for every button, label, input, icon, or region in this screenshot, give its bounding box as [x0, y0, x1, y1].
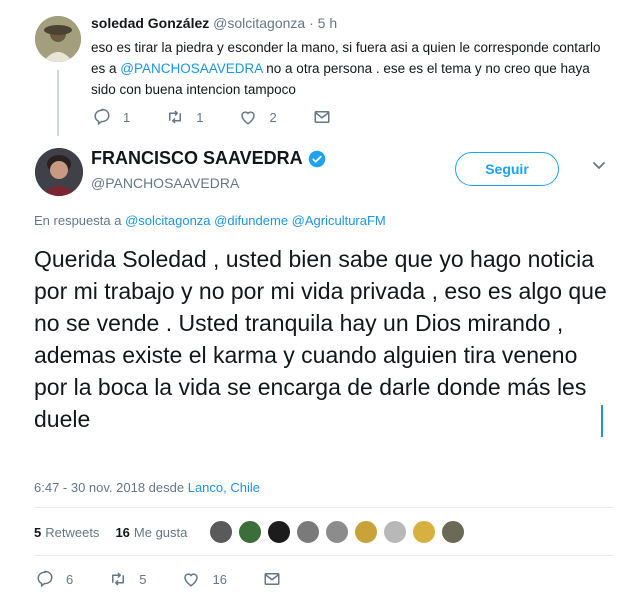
reply-mention-link[interactable]: @PANCHOSAAVEDRA — [120, 61, 262, 76]
retweet-count: 1 — [196, 109, 204, 125]
main-retweet-button[interactable]: 5 — [109, 570, 146, 588]
main-reply-button[interactable]: 6 — [36, 570, 73, 588]
reply-tweet-header: soledad González @solcitagonza · 5 h — [91, 15, 337, 31]
like-icon — [184, 573, 199, 587]
message-icon — [314, 111, 330, 123]
separator-dot: · — [305, 15, 318, 31]
reply-icon — [37, 570, 53, 588]
main-like-count: 16 — [212, 571, 227, 587]
likes-stat[interactable]: 16 Me gusta — [115, 525, 187, 540]
likes-stat-count: 16 — [115, 524, 130, 540]
main-reply-count: 6 — [66, 571, 74, 587]
reply-author-name[interactable]: soledad González — [91, 15, 209, 31]
liker-avatar[interactable] — [267, 520, 292, 544]
reply-count: 1 — [123, 109, 131, 125]
direct-message-button[interactable] — [313, 108, 343, 126]
reply-tweet-text: eso es tirar la piedra y esconder la man… — [91, 37, 611, 100]
follow-button[interactable]: Seguir — [455, 152, 559, 186]
liker-avatar[interactable] — [325, 520, 350, 544]
like-count: 2 — [269, 109, 277, 125]
avatar-soledad[interactable] — [35, 16, 81, 62]
main-direct-message-button[interactable] — [263, 570, 293, 588]
tweet-timestamp: 6:47 - 30 nov. 2018 desde Lanco, Chile — [34, 480, 260, 495]
chevron-down-icon[interactable] — [591, 157, 607, 173]
main-author-name[interactable]: FRANCISCO SAAVEDRA — [91, 148, 303, 169]
main-tweet-text: Querida Soledad , usted bien sabe que yo… — [34, 246, 607, 432]
likes-stat-label: Me gusta — [133, 524, 188, 540]
retweets-stat[interactable]: 5 Retweets — [34, 525, 99, 540]
main-tweet-actions: 6 5 16 — [36, 570, 329, 588]
like-icon — [241, 111, 256, 125]
liker-avatars — [209, 520, 470, 544]
tweet-stats: 5 Retweets 16 Me gusta — [34, 520, 470, 544]
verified-badge-icon — [308, 150, 325, 167]
reply-tweet-actions: 1 1 2 — [93, 108, 379, 126]
thread-connector-line — [57, 70, 59, 136]
retweets-stat-label: Retweets — [45, 524, 100, 540]
liker-avatar[interactable] — [238, 520, 263, 544]
reply-button[interactable]: 1 — [93, 108, 130, 126]
main-retweet-count: 5 — [139, 571, 147, 587]
main-author-name-row: FRANCISCO SAAVEDRA — [91, 148, 326, 169]
reply-time[interactable]: 5 h — [318, 15, 337, 31]
avatar-francisco[interactable] — [35, 148, 83, 196]
timestamp-text[interactable]: 6:47 - 30 nov. 2018 desde — [34, 480, 188, 495]
reply-icon — [94, 108, 110, 126]
retweet-icon — [169, 110, 182, 124]
retweet-icon — [112, 572, 125, 586]
liker-avatar[interactable] — [209, 520, 234, 544]
message-icon — [264, 573, 280, 585]
liker-avatar[interactable] — [296, 520, 321, 544]
retweet-button[interactable]: 1 — [166, 108, 203, 126]
liker-avatar[interactable] — [412, 520, 437, 544]
liker-avatar[interactable] — [354, 520, 379, 544]
like-button[interactable]: 2 — [239, 108, 277, 126]
in-reply-mentions[interactable]: @solcitagonza @difundeme @AgriculturaFM — [125, 213, 386, 228]
retweets-stat-count: 5 — [34, 524, 42, 540]
in-reply-to: En respuesta a @solcitagonza @difundeme … — [34, 213, 386, 228]
divider-bottom — [34, 555, 614, 556]
liker-avatar[interactable] — [383, 520, 408, 544]
main-like-button[interactable]: 16 — [182, 570, 227, 588]
reply-author-handle[interactable]: @solcitagonza — [213, 15, 305, 31]
divider-top — [34, 507, 614, 508]
main-author-handle[interactable]: @PANCHOSAAVEDRA — [91, 175, 239, 191]
in-reply-prefix: En respuesta a — [34, 213, 126, 228]
liker-avatar[interactable] — [441, 520, 466, 544]
scrollbar-indicator[interactable] — [601, 405, 603, 437]
location-link[interactable]: Lanco, Chile — [188, 480, 260, 495]
